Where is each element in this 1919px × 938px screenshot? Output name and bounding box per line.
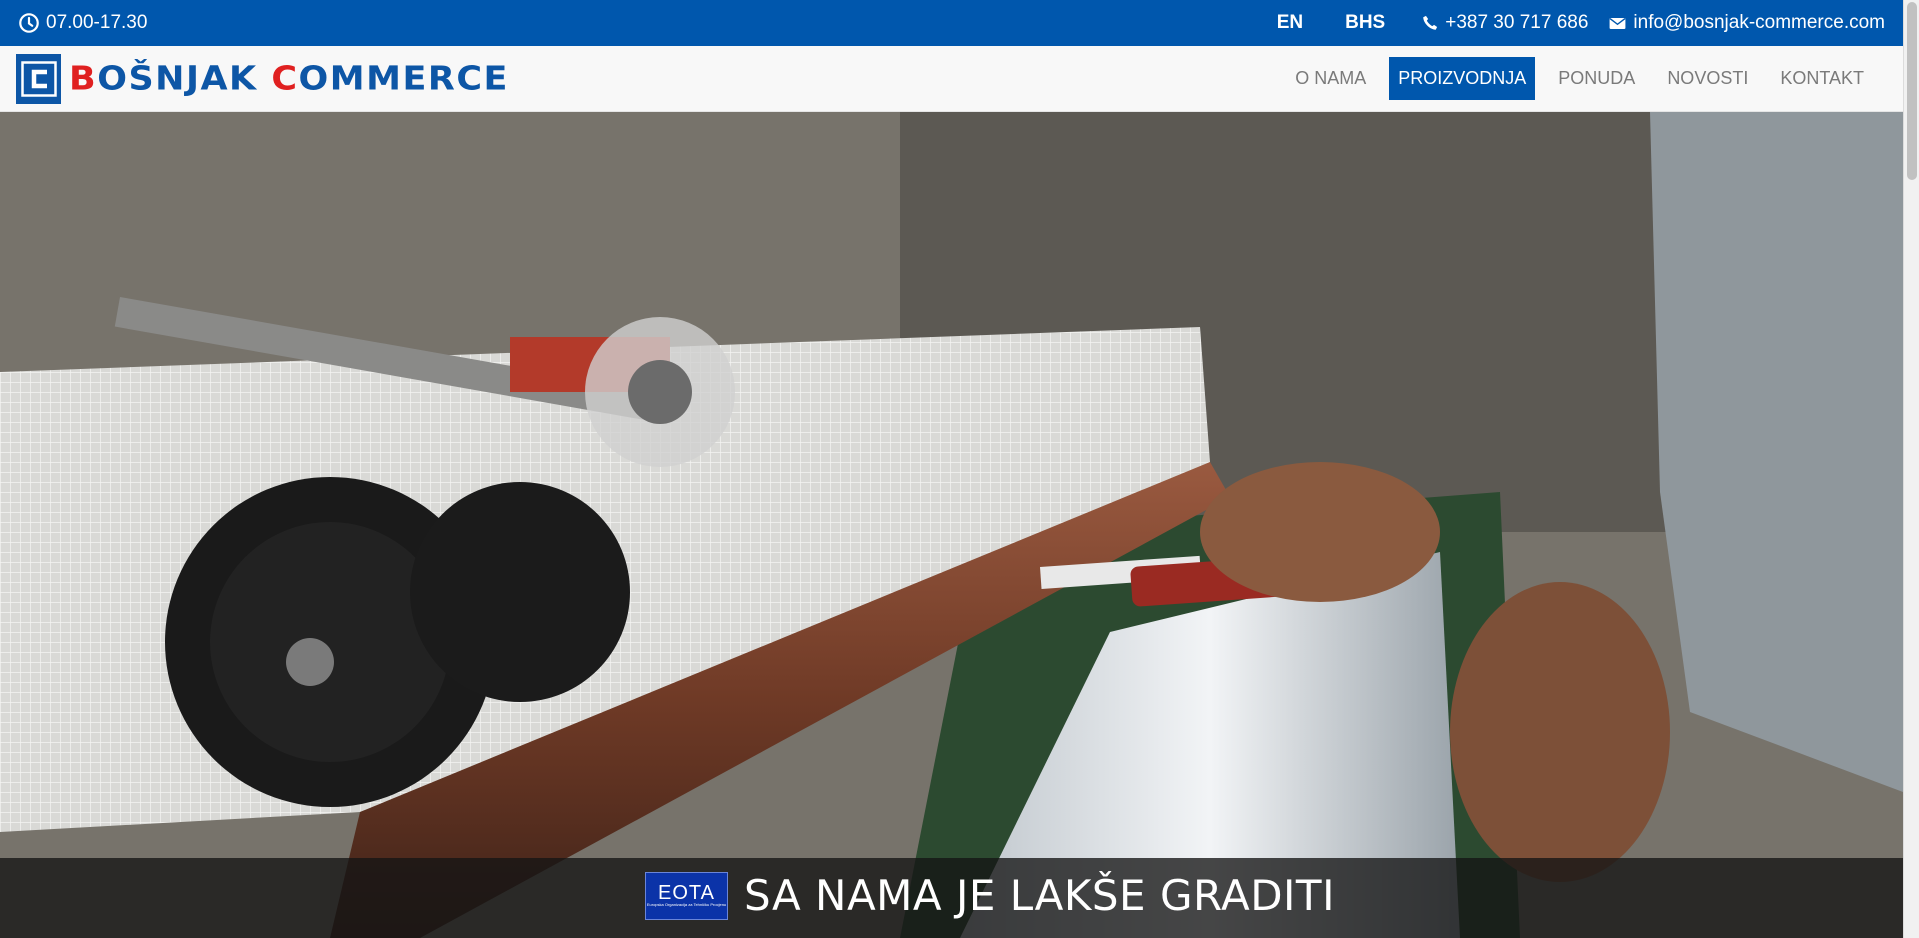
- main-menu: O NAMA PROIZVODNJA PONUDA NOVOSTI KONTAK…: [1286, 57, 1873, 100]
- menu-item-o-nama[interactable]: O NAMA: [1286, 57, 1375, 100]
- working-hours: 07.00-17.30: [18, 0, 147, 46]
- hours-text: 07.00-17.30: [46, 12, 148, 33]
- eota-subtitle: Europska Organizacija za Tehničku Procje…: [646, 902, 727, 908]
- scrollbar-thumb[interactable]: [1907, 2, 1917, 180]
- menu-item-kontakt[interactable]: KONTAKT: [1771, 57, 1873, 100]
- eota-title: EOTA: [658, 882, 715, 905]
- logo-name-2: OMMERCE: [298, 59, 509, 98]
- logo-c-letter: C: [271, 59, 299, 98]
- email-address: info@bosnjak-commerce.com: [1633, 12, 1885, 33]
- menu-item-proizvodnja[interactable]: PROIZVODNJA: [1389, 57, 1536, 100]
- logo-b-letter: B: [69, 59, 98, 98]
- phone-number: +387 30 717 686: [1445, 12, 1589, 33]
- page-scrollbar[interactable]: [1903, 0, 1919, 938]
- site-logo[interactable]: BOŠNJAK COMMERCE: [16, 54, 509, 104]
- logo-name-1: OŠNJAK: [97, 59, 258, 98]
- main-navbar: BOŠNJAK COMMERCE O NAMA PROIZVODNJA PONU…: [0, 46, 1903, 112]
- hero-video[interactable]: EOTA Europska Organizacija za Tehničku P…: [0, 112, 1903, 938]
- language-en-link[interactable]: EN: [1277, 12, 1303, 34]
- clock-icon: [19, 13, 39, 33]
- envelope-icon: [1609, 17, 1626, 29]
- hero-caption-bar: EOTA Europska Organizacija za Tehničku P…: [0, 858, 1903, 938]
- email-link[interactable]: info@bosnjak-commerce.com: [1608, 12, 1885, 34]
- hero-background-image: [0, 112, 1903, 938]
- hero-caption: SA NAMA JE LAKŠE GRADITI: [744, 871, 1335, 920]
- logo-mark-icon: [16, 54, 61, 104]
- language-bhs-link[interactable]: BHS: [1345, 12, 1385, 34]
- logo-c-icon: [20, 61, 57, 97]
- top-info-bar: 07.00-17.30 EN BHS +387 30 717 686 info@…: [0, 0, 1903, 46]
- eota-badge: EOTA Europska Organizacija za Tehničku P…: [645, 871, 728, 920]
- logo-wordmark: BOŠNJAK COMMERCE: [69, 62, 509, 95]
- phone-icon: [1423, 15, 1438, 30]
- phone-link[interactable]: +387 30 717 686: [1421, 12, 1588, 34]
- menu-item-ponuda[interactable]: PONUDA: [1549, 57, 1644, 100]
- menu-item-novosti[interactable]: NOVOSTI: [1658, 57, 1757, 100]
